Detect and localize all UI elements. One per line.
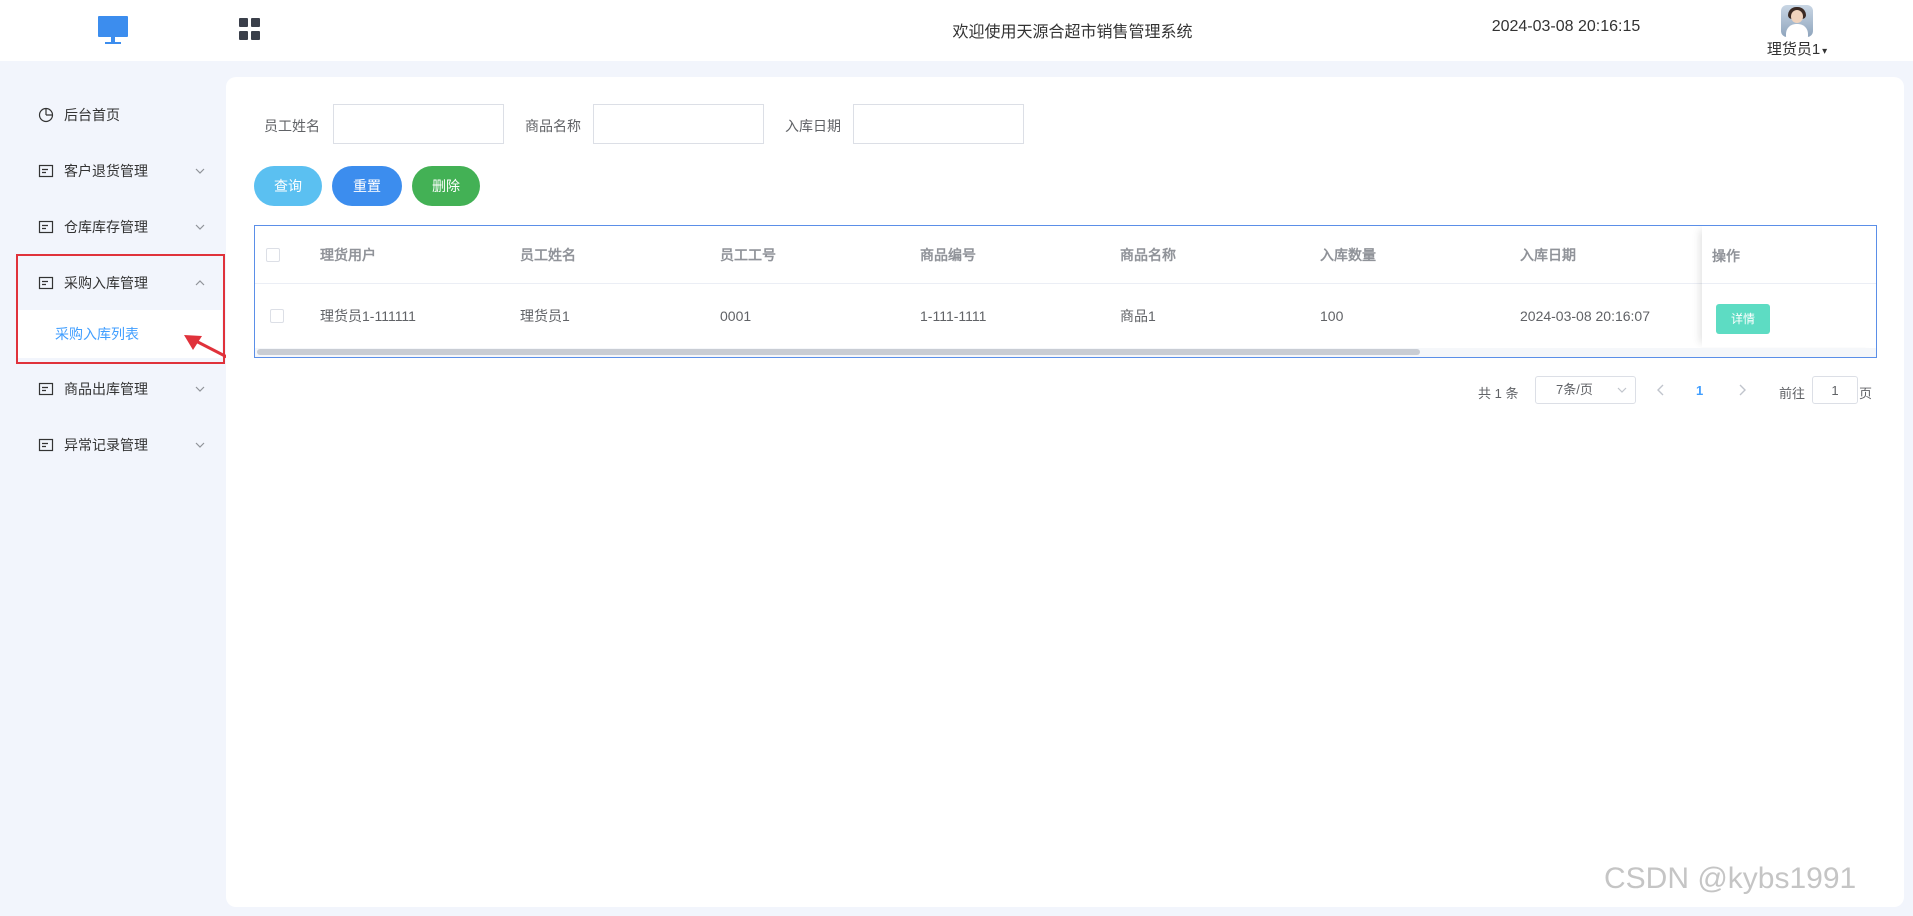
watermark: CSDN @kybs1991	[1604, 862, 1857, 895]
list-icon	[38, 382, 54, 396]
pagination-total: 共 1 条	[1478, 386, 1519, 401]
table-cell: 商品1	[1120, 307, 1156, 324]
table-cell: 理货员1-111111	[320, 307, 416, 324]
horizontal-scrollbar[interactable]	[255, 348, 1876, 357]
query-button[interactable]: 查询	[254, 166, 322, 206]
detail-button[interactable]: 详情	[1716, 304, 1770, 334]
chevron-down-icon	[195, 386, 205, 392]
dashboard-icon	[38, 107, 54, 123]
product-name-input[interactable]	[593, 104, 764, 144]
product-name-label: 商品名称	[525, 118, 581, 134]
table-row[interactable]: 理货员1-111111 理货员1 0001 1-111-1111 商品1 100…	[255, 284, 1876, 347]
current-datetime: 2024-03-08 20:16:15	[1491, 18, 1641, 35]
chevron-right-icon[interactable]	[1736, 383, 1748, 397]
stock-in-table: 理货用户 员工姓名 员工工号 商品编号 商品名称 入库数量 入库日期 理货员1-…	[254, 225, 1877, 358]
column-header: 操作	[1712, 248, 1740, 264]
sidebar-item-warehouse-stock[interactable]: 仓库库存管理	[0, 199, 222, 255]
chevron-down-icon	[195, 168, 205, 174]
sidebar-item-label: 后台首页	[64, 107, 120, 123]
goto-label: 前往	[1779, 386, 1806, 401]
sidebar-item-label: 异常记录管理	[64, 437, 148, 453]
table-cell: 1-111-1111	[920, 307, 987, 324]
chevron-down-icon	[195, 442, 205, 448]
chevron-down-icon: ▾	[1822, 46, 1828, 57]
sidebar-item-label: 客户退货管理	[64, 163, 148, 179]
sidebar-item-exception-records[interactable]: 异常记录管理	[0, 417, 222, 473]
reset-button[interactable]: 重置	[332, 166, 402, 206]
table-cell: 0001	[720, 307, 752, 324]
column-header: 入库日期	[1520, 246, 1576, 263]
stock-date-label: 入库日期	[785, 118, 841, 134]
sidebar-item-label: 仓库库存管理	[64, 219, 148, 235]
sidebar-item-customer-returns[interactable]: 客户退货管理	[0, 143, 222, 199]
sidebar: 后台首页 客户退货管理 仓库库存管理 采购入库管理 采购入库列表 商品出库管理 …	[0, 61, 222, 916]
user-menu[interactable]: 理货员1 ▾	[1752, 5, 1842, 59]
list-icon	[38, 164, 54, 178]
avatar[interactable]	[1781, 5, 1813, 37]
delete-button[interactable]: 删除	[412, 166, 480, 206]
table-cell: 100	[1320, 307, 1344, 324]
table-cell: 2024-03-08 20:16:07	[1520, 307, 1650, 324]
page-number-current[interactable]: 1	[1696, 383, 1703, 398]
column-header: 商品名称	[1120, 246, 1176, 263]
employee-name-input[interactable]	[333, 104, 504, 144]
column-header: 理货用户	[320, 246, 376, 263]
column-header: 员工姓名	[520, 246, 576, 263]
page-suffix-label: 页	[1859, 386, 1873, 401]
stock-date-input[interactable]	[853, 104, 1024, 144]
chevron-down-icon	[195, 224, 205, 230]
action-column: 操作 详情	[1702, 226, 1876, 347]
page-size-select[interactable]: 7条/页	[1535, 376, 1636, 404]
scrollbar-thumb[interactable]	[257, 349, 1420, 355]
main-panel: 员工姓名 商品名称 入库日期 查询 重置 删除 理货用户 员工姓名 员工工号 商…	[226, 77, 1904, 907]
user-name[interactable]: 理货员1 ▾	[1752, 38, 1842, 59]
row-checkbox[interactable]	[270, 309, 284, 323]
chevron-down-icon	[1617, 387, 1627, 393]
menu-toggle-icon[interactable]	[239, 18, 261, 40]
welcome-title: 欢迎使用天源合超市销售管理系统	[952, 24, 1193, 41]
column-header: 商品编号	[920, 246, 976, 263]
monitor-logo-icon[interactable]	[97, 14, 129, 46]
employee-name-label: 员工姓名	[264, 118, 320, 134]
list-icon	[38, 438, 54, 452]
table-header: 理货用户 员工姓名 员工工号 商品编号 商品名称 入库数量 入库日期	[255, 226, 1876, 284]
chevron-left-icon[interactable]	[1655, 383, 1667, 397]
top-header: 欢迎使用天源合超市销售管理系统 2024-03-08 20:16:15 理货员1…	[0, 0, 1913, 61]
column-header: 员工工号	[720, 246, 776, 263]
goto-page-input[interactable]	[1812, 376, 1858, 404]
sidebar-item-dashboard[interactable]: 后台首页	[0, 87, 222, 143]
select-all-checkbox[interactable]	[266, 248, 280, 262]
page-size-value: 7条/页	[1556, 382, 1593, 397]
table-cell: 理货员1	[520, 307, 570, 324]
list-icon	[38, 220, 54, 234]
sidebar-item-label: 商品出库管理	[64, 381, 148, 397]
column-header: 入库数量	[1320, 246, 1376, 263]
